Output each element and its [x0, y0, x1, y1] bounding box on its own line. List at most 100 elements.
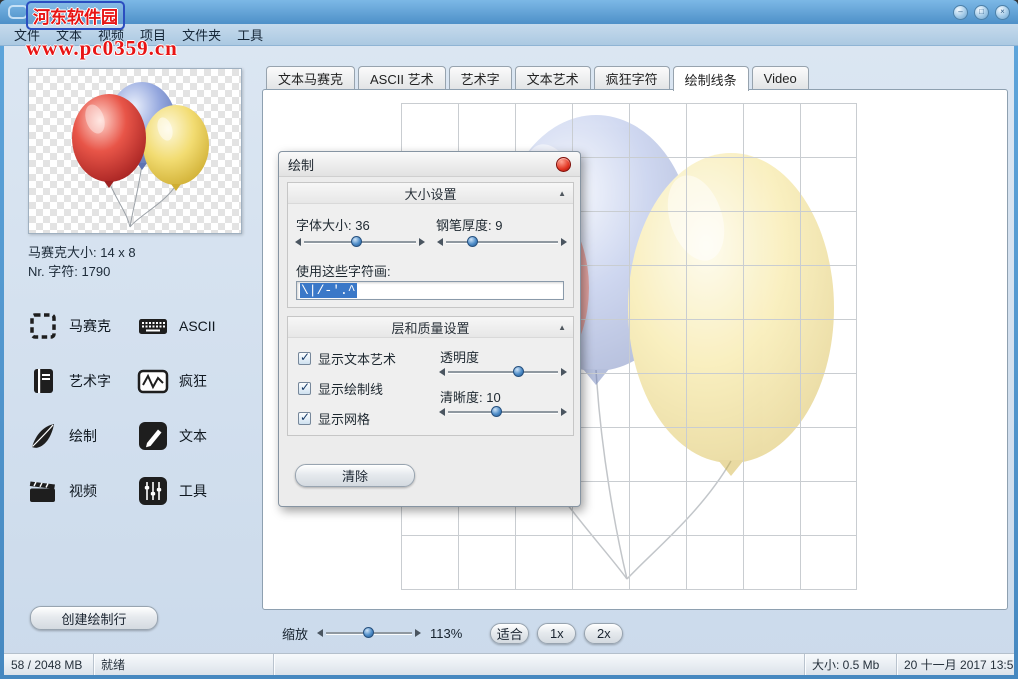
slider-thumb[interactable] [351, 236, 362, 247]
tab-video[interactable]: Video [752, 66, 809, 89]
zoom-percent: 113% [430, 626, 462, 641]
minimize-button[interactable]: – [953, 5, 968, 20]
slider-left-arrow-icon[interactable] [437, 238, 443, 246]
create-draw-lines-button[interactable]: 创建绘制行 [30, 606, 158, 630]
maximize-button[interactable]: □ [974, 5, 989, 20]
ready-status: 就绪 [94, 654, 274, 675]
waveform-icon [136, 364, 170, 398]
zoom-2x-button[interactable]: 2x [584, 623, 623, 644]
title-bar: Textaizer Pro+ – □ × [0, 0, 1018, 24]
slider-left-arrow-icon[interactable] [439, 368, 445, 376]
app-icon [8, 5, 28, 19]
slider-right-arrow-icon[interactable] [561, 238, 567, 246]
font-size-label: 字体大小: 36 [296, 215, 370, 234]
chars-label: 使用这些字符画: [296, 261, 391, 280]
menu-video[interactable]: 视频 [90, 24, 132, 45]
fit-button[interactable]: 适合 [490, 623, 529, 644]
checkbox-checked-icon[interactable] [298, 352, 311, 365]
selected-text: \|/-'.^ [300, 283, 357, 298]
tab-art-text[interactable]: 艺术字 [449, 66, 512, 89]
clarity-label: 清晰度: 10 [440, 387, 501, 406]
clarity-slider[interactable] [438, 405, 568, 419]
show-draw-lines-checkbox[interactable]: 显示绘制线 [298, 379, 383, 398]
pencil-icon [136, 419, 170, 453]
tab-ascii-art[interactable]: ASCII 艺术 [358, 66, 446, 89]
menu-file[interactable]: 文件 [6, 24, 48, 45]
window-title: Textaizer Pro+ [35, 5, 118, 20]
tab-draw-lines[interactable]: 绘制线条 [673, 66, 749, 91]
tool-label: 艺术字 [69, 371, 111, 391]
slider-right-arrow-icon[interactable] [419, 238, 425, 246]
dialog-close-icon[interactable] [556, 157, 571, 172]
tab-text-art[interactable]: 文本艺术 [515, 66, 591, 89]
clear-button[interactable]: 清除 [295, 464, 415, 487]
zoom-1x-button[interactable]: 1x [537, 623, 576, 644]
char-count-label: Nr. 字符: 1790 [28, 261, 110, 280]
show-grid-checkbox[interactable]: 显示网格 [298, 409, 370, 428]
zoom-slider[interactable] [316, 626, 422, 640]
zoom-bar: 缩放 113% 适合 1x 2x [282, 620, 623, 646]
close-button[interactable]: × [995, 5, 1010, 20]
window-controls: – □ × [953, 5, 1010, 20]
font-size-slider[interactable] [294, 235, 426, 249]
dialog-title-bar[interactable]: 绘制 [279, 152, 580, 177]
tool-label: 绘制 [69, 426, 97, 446]
menu-text[interactable]: 文本 [48, 24, 90, 45]
tool-video[interactable]: 视频 [26, 474, 136, 508]
tool-crazy[interactable]: 疯狂 [136, 364, 246, 398]
keyboard-icon [136, 309, 170, 343]
collapse-up-icon: ▲ [558, 189, 566, 198]
menu-tools[interactable]: 工具 [229, 24, 271, 45]
status-bar: 58 / 2048 MB 就绪 大小: 0.5 Mb 20 十一月 2017 1… [4, 653, 1014, 675]
tab-bar: 文本马赛克 ASCII 艺术 艺术字 文本艺术 疯狂字符 绘制线条 Video [266, 66, 809, 90]
tool-grid: 马赛克 ASCII 艺术字 疯狂 绘制 [26, 298, 248, 518]
transparency-slider[interactable] [438, 365, 568, 379]
size-settings-group: 大小设置 ▲ 字体大小: 36 钢笔厚度: 9 使用这些字符画: \|/-'.^ [287, 182, 574, 308]
slider-right-arrow-icon[interactable] [415, 629, 421, 637]
tool-draw[interactable]: 绘制 [26, 419, 136, 453]
checkbox-label: 显示绘制线 [318, 379, 383, 398]
sliders-icon [136, 474, 170, 508]
pen-thickness-slider[interactable] [436, 235, 568, 249]
tab-text-mosaic[interactable]: 文本马赛克 [266, 66, 355, 89]
tool-label: 文本 [179, 426, 207, 446]
mosaic-icon [26, 309, 60, 343]
mosaic-size-label: 马赛克大小: 14 x 8 [28, 242, 136, 261]
quality-settings-header[interactable]: 层和质量设置 ▲ [288, 317, 573, 338]
tool-mosaic[interactable]: 马赛克 [26, 309, 136, 343]
chars-input[interactable]: \|/-'.^ [296, 281, 564, 300]
menu-bar: 文件 文本 视频 项目 文件夹 工具 [0, 24, 1018, 46]
tool-label: ASCII [179, 318, 216, 334]
tool-ascii[interactable]: ASCII [136, 309, 246, 343]
tool-label: 疯狂 [179, 371, 207, 391]
quality-settings-group: 层和质量设置 ▲ 显示文本艺术 显示绘制线 显示网格 透明度 [287, 316, 574, 436]
tab-crazy-chars[interactable]: 疯狂字符 [594, 66, 670, 89]
memory-status: 58 / 2048 MB [4, 654, 94, 675]
checkbox-checked-icon[interactable] [298, 412, 311, 425]
slider-thumb[interactable] [491, 406, 502, 417]
checkbox-checked-icon[interactable] [298, 382, 311, 395]
size-settings-header[interactable]: 大小设置 ▲ [288, 183, 573, 204]
menu-project[interactable]: 项目 [132, 24, 174, 45]
slider-thumb[interactable] [513, 366, 524, 377]
tool-label: 工具 [179, 481, 207, 501]
menu-folder[interactable]: 文件夹 [174, 24, 229, 45]
slider-right-arrow-icon[interactable] [561, 368, 567, 376]
feather-icon [26, 419, 60, 453]
tool-label: 视频 [69, 481, 97, 501]
preview-frame [28, 68, 242, 234]
app-window: Textaizer Pro+ – □ × 文件 文本 视频 项目 文件夹 工具 [0, 0, 1018, 679]
slider-thumb[interactable] [467, 236, 478, 247]
slider-thumb[interactable] [363, 627, 374, 638]
tool-tools[interactable]: 工具 [136, 474, 246, 508]
datetime-status: 20 十一月 2017 13:5 [896, 654, 1014, 675]
zoom-label: 缩放 [282, 624, 308, 643]
slider-left-arrow-icon[interactable] [317, 629, 323, 637]
slider-left-arrow-icon[interactable] [295, 238, 301, 246]
show-text-art-checkbox[interactable]: 显示文本艺术 [298, 349, 396, 368]
section-title: 层和质量设置 [391, 318, 469, 337]
slider-left-arrow-icon[interactable] [439, 408, 445, 416]
tool-text[interactable]: 文本 [136, 419, 246, 453]
tool-art-text[interactable]: 艺术字 [26, 364, 136, 398]
slider-right-arrow-icon[interactable] [561, 408, 567, 416]
